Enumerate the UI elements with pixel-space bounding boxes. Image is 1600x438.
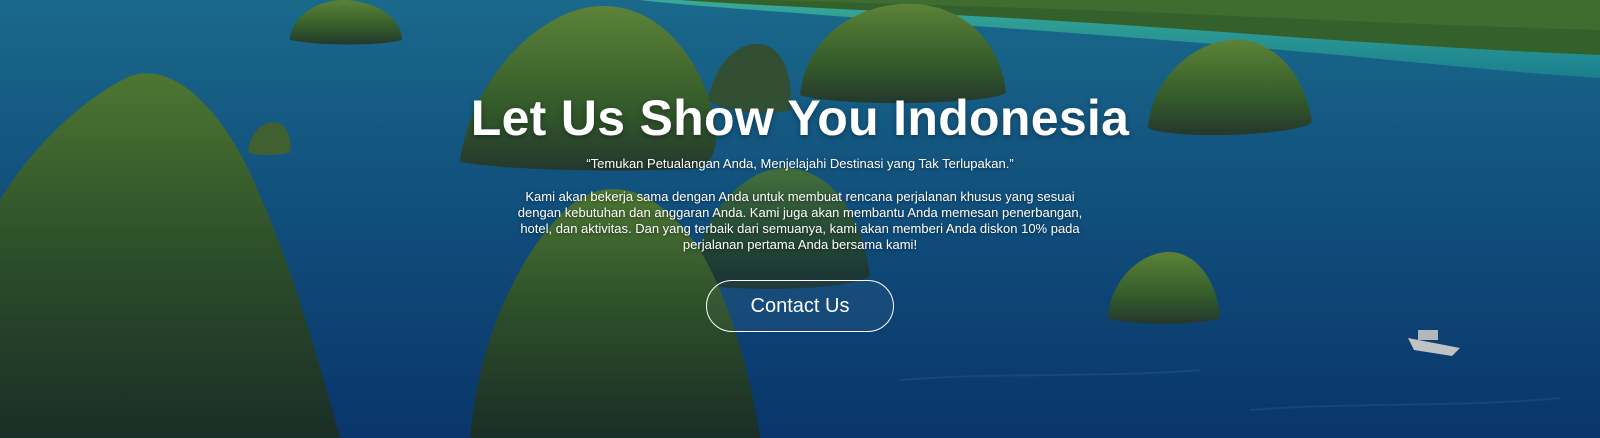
hero-description: Kami akan bekerja sama dengan Anda untuk…: [517, 189, 1083, 252]
hero-banner: Let Us Show You Indonesia “Temukan Petua…: [0, 0, 1600, 438]
hero-content: Let Us Show You Indonesia “Temukan Petua…: [0, 0, 1600, 438]
hero-tagline: “Temukan Petualangan Anda, Menjelajahi D…: [586, 156, 1014, 171]
hero-title: Let Us Show You Indonesia: [470, 90, 1130, 146]
contact-us-button[interactable]: Contact Us: [706, 280, 894, 332]
